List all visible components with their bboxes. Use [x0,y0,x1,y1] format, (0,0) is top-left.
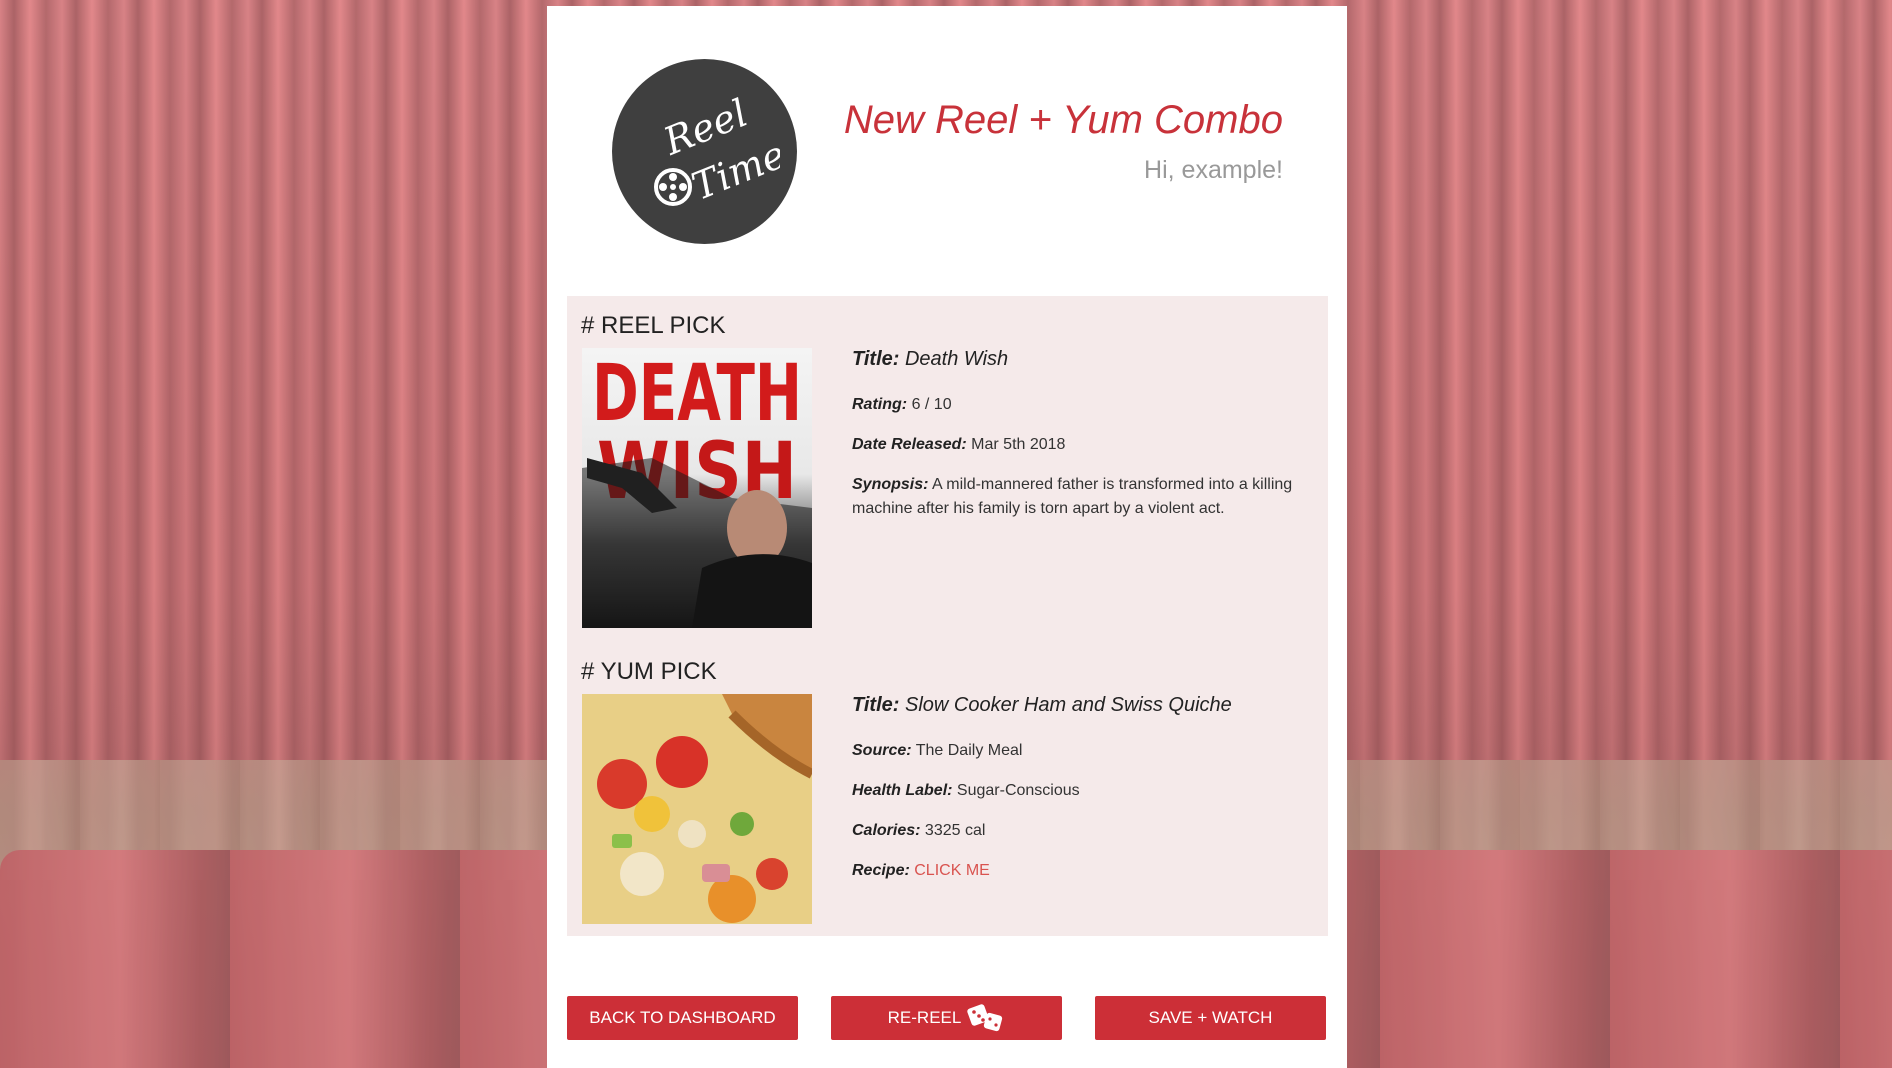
movie-released-row: Date Released: Mar 5th 2018 [852,433,1312,457]
back-to-dashboard-button[interactable]: BACK TO DASHBOARD [567,996,798,1040]
user-greeting: Hi, example! [1144,156,1283,184]
picks-card: # REEL PICK DEATH WISH Title: Death Wish… [567,296,1328,936]
movie-title-label: Title: [852,348,900,370]
reel-time-logo: Reel Time [612,59,797,244]
re-reel-label: RE-REEL [887,1008,962,1027]
poster-title-line-1: DEATH [592,349,802,439]
dice-icon [967,1004,1003,1032]
recipe-calories-row: Calories: 3325 cal [852,819,1312,843]
health-value: Sugar-Conscious [956,782,1080,799]
reel-time-logo-icon: Reel Time [653,90,780,208]
recipe-title: Slow Cooker Ham and Swiss Quiche [904,694,1232,716]
reel-pick-heading: # REEL PICK [581,312,726,339]
back-to-dashboard-label: BACK TO DASHBOARD [589,1008,776,1027]
recipe-photo[interactable] [582,694,812,924]
save-and-watch-button[interactable]: SAVE + WATCH [1095,996,1326,1040]
synopsis-label: Synopsis: [852,476,929,493]
yum-pick-heading: # YUM PICK [581,658,717,685]
header: Reel Time New Reel + Yum Combo Hi, examp… [547,6,1347,296]
released-label: Date Released: [852,436,967,453]
page-title: New Reel + Yum Combo [843,98,1283,142]
calories-label: Calories: [852,822,921,839]
recipe-title-label: Title: [852,694,900,716]
source-label: Source: [852,742,912,759]
calories-value: 3325 cal [924,822,986,839]
health-label: Health Label: [852,782,953,799]
movie-poster[interactable]: DEATH WISH [582,348,812,628]
recipe-photo-image [582,694,812,924]
rating-value: 6 / 10 [911,396,952,413]
movie-info: Title: Death Wish Rating: 6 / 10 Date Re… [852,348,1312,537]
rating-label: Rating: [852,396,908,413]
source-value: The Daily Meal [915,742,1023,759]
recipe-health-row: Health Label: Sugar-Conscious [852,779,1312,803]
recipe-label: Recipe: [852,862,910,879]
movie-synopsis-row: Synopsis: A mild-mannered father is tran… [852,473,1312,521]
movie-poster-image: DEATH WISH [582,348,812,628]
recipe-title-line: Title: Slow Cooker Ham and Swiss Quiche [852,694,1312,717]
recipe-source-row: Source: The Daily Meal [852,739,1312,763]
recipe-link[interactable]: CLICK ME [914,862,990,879]
released-value: Mar 5th 2018 [971,436,1066,453]
re-reel-button[interactable]: RE-REEL [831,996,1062,1040]
movie-rating-row: Rating: 6 / 10 [852,393,1312,417]
recipe-link-row: Recipe: CLICK ME [852,859,1312,883]
main-panel: Reel Time New Reel + Yum Combo Hi, examp… [547,6,1347,1068]
movie-title-line: Title: Death Wish [852,348,1312,371]
movie-title: Death Wish [904,348,1009,370]
save-and-watch-label: SAVE + WATCH [1148,1008,1273,1027]
recipe-info: Title: Slow Cooker Ham and Swiss Quiche … [852,694,1312,899]
